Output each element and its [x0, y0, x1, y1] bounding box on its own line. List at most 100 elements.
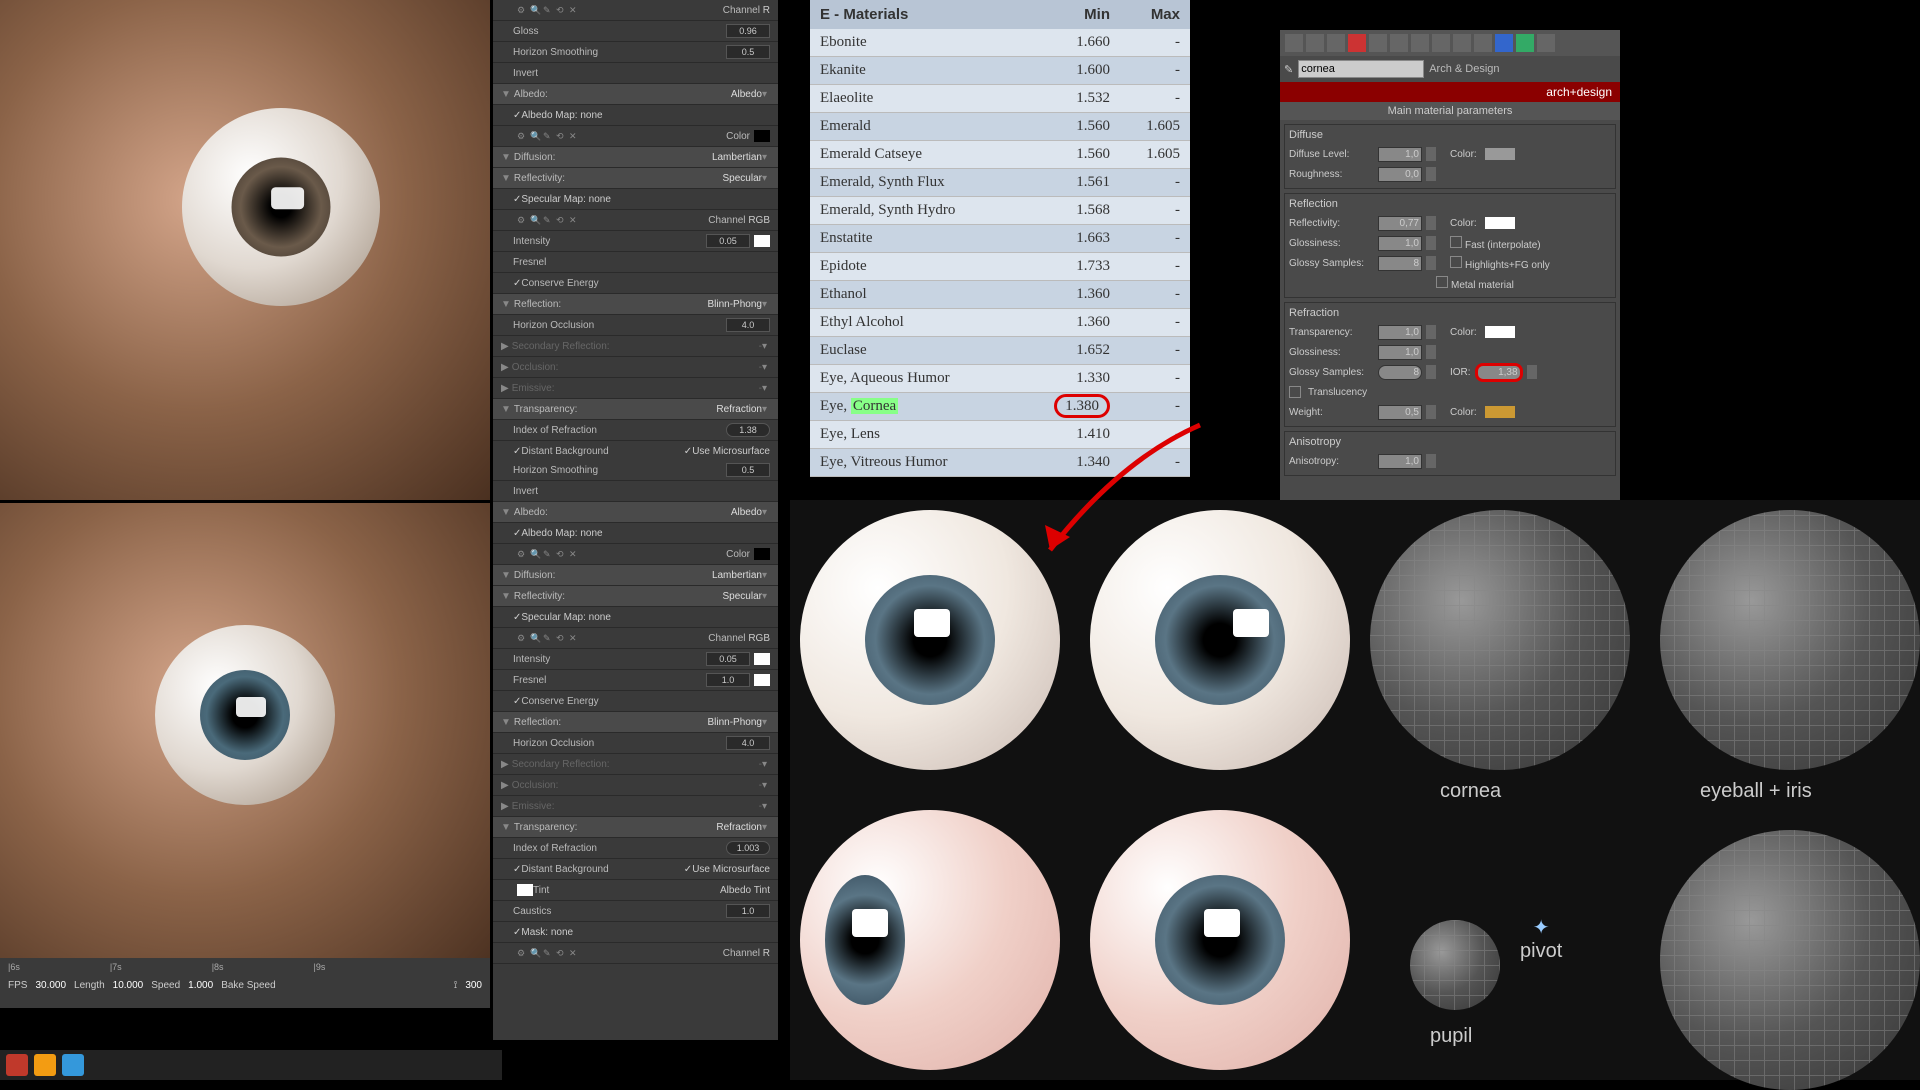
roughness-input[interactable]: 0,0 — [1378, 167, 1422, 182]
row-invert2[interactable]: Invert — [493, 481, 778, 502]
row-occlusion[interactable]: ▶Occlusion:-▾ — [493, 357, 778, 378]
refraction-section: Refraction Transparency:1,0Color: Glossi… — [1284, 302, 1616, 427]
eyedropper-icon[interactable]: ✎ — [1284, 63, 1293, 76]
row-intensity2[interactable]: Intensity0.05 — [493, 649, 778, 670]
header-diffusion2[interactable]: ▼Diffusion:Lambertian▾ — [493, 565, 778, 586]
arch-toolbar[interactable] — [1280, 30, 1620, 56]
tool-icon[interactable] — [1516, 34, 1534, 52]
table-header: E - Materials Min Max — [810, 0, 1190, 29]
tool-icon[interactable] — [1411, 34, 1429, 52]
tool-icon[interactable] — [1432, 34, 1450, 52]
header-diffusion[interactable]: ▼Diffusion:Lambertian▾ — [493, 147, 778, 168]
row-emissive2[interactable]: ▶Emissive:-▾ — [493, 796, 778, 817]
table-row: Eye, Lens1.410- — [810, 421, 1190, 449]
row-hor-occ2[interactable]: Horizon Occlusion4.0 — [493, 733, 778, 754]
header-reflectivity2[interactable]: ▼Reflectivity:Specular▾ — [493, 586, 778, 607]
materials-ior-table: E - Materials Min Max Ebonite1.660-Ekani… — [810, 0, 1190, 477]
row-conserve[interactable]: ✓Conserve Energy — [493, 273, 778, 294]
pupil-label: pupil — [1430, 1025, 1472, 1048]
header-transparency2[interactable]: ▼Transparency:Refraction▾ — [493, 817, 778, 838]
row-hor-occ[interactable]: Horizon Occlusion4.0 — [493, 315, 778, 336]
row-distant-bg[interactable]: ✓Distant Background✓Use Microsurface — [493, 441, 778, 462]
material-name-input[interactable] — [1298, 60, 1424, 78]
row-specular-map2[interactable]: ✓Specular Map: none — [493, 607, 778, 628]
reflectivity-input[interactable]: 0,77 — [1378, 216, 1422, 231]
row-albedo-icons2[interactable]: ⚙🔍✎⟲✕Color — [493, 544, 778, 565]
timeline-panel: |6s |7s |8s |9s FPS30.000 Length10.000 S… — [0, 958, 490, 1008]
arch-design-panel: ✎ Arch & Design arch+design Main materia… — [1280, 30, 1620, 510]
render-reference-area: cornea eyeball + iris pupil ✦pivot — [790, 500, 1920, 1080]
table-row: Ebonite1.660- — [810, 29, 1190, 57]
row-fresnel[interactable]: Fresnel — [493, 252, 778, 273]
refr-gloss-input[interactable]: 1,0 — [1378, 345, 1422, 360]
header-reflection[interactable]: ▼Reflection:Blinn-Phong▾ — [493, 294, 778, 315]
header-reflectivity[interactable]: ▼Reflectivity:Specular▾ — [493, 168, 778, 189]
table-row: Eye, Cornea1.380- — [810, 393, 1190, 421]
header-reflection2[interactable]: ▼Reflection:Blinn-Phong▾ — [493, 712, 778, 733]
row-fresnel2[interactable]: Fresnel1.0 — [493, 670, 778, 691]
table-row: Epidote1.733- — [810, 253, 1190, 281]
row-occlusion2[interactable]: ▶Occlusion:-▾ — [493, 775, 778, 796]
cornea-label: cornea — [1440, 780, 1501, 803]
header-transparency[interactable]: ▼Transparency:Refraction▾ — [493, 399, 778, 420]
tool-icon[interactable] — [1390, 34, 1408, 52]
delete-icon[interactable] — [1348, 34, 1366, 52]
tool-icon[interactable] — [1306, 34, 1324, 52]
app-icon[interactable] — [6, 1054, 28, 1076]
material-type-label: Arch & Design — [1429, 63, 1499, 75]
ior-value-highlighted: 1.38 — [726, 423, 770, 437]
samples-input[interactable]: 8 — [1378, 256, 1422, 271]
row-hor-smooth2[interactable]: Horizon Smoothing0.5 — [493, 460, 778, 481]
row-invert[interactable]: Invert — [493, 63, 778, 84]
glossiness-input[interactable]: 1,0 — [1378, 236, 1422, 251]
diffuse-level-input[interactable]: 1,0 — [1378, 147, 1422, 162]
tool-icon[interactable] — [1474, 34, 1492, 52]
speed-value[interactable]: 1.000 — [188, 980, 213, 991]
row-ior[interactable]: Index of Refraction1.38 — [493, 420, 778, 441]
ior-input-highlighted[interactable]: 1,38 — [1475, 363, 1523, 382]
tool-icon[interactable] — [1369, 34, 1387, 52]
tool-icon[interactable] — [1537, 34, 1555, 52]
tool-icon[interactable] — [1327, 34, 1345, 52]
row-channel[interactable]: ⚙🔍✎⟲✕Channel R — [493, 0, 778, 21]
reflection-section: Reflection Reflectivity:0,77Color: Gloss… — [1284, 193, 1616, 298]
skype-icon[interactable] — [62, 1054, 84, 1076]
deg-value[interactable]: 300 — [465, 980, 482, 991]
row-hor-smooth[interactable]: Horizon Smoothing0.5 — [493, 42, 778, 63]
row-gloss[interactable]: Gloss0.96 — [493, 21, 778, 42]
eyeball-front-shaded-2 — [1090, 510, 1350, 770]
aniso-input[interactable]: 1,0 — [1378, 454, 1422, 469]
row-mask[interactable]: ✓Mask: none — [493, 922, 778, 943]
render-eye-bottom — [0, 503, 490, 973]
length-value[interactable]: 10.000 — [113, 980, 144, 991]
row-caustics[interactable]: Caustics1.0 — [493, 901, 778, 922]
row-sec-refl[interactable]: ▶Secondary Reflection:-▾ — [493, 336, 778, 357]
row-albedo-map[interactable]: ✓Albedo Map: none — [493, 105, 778, 126]
tool-icon[interactable] — [1453, 34, 1471, 52]
tool-icon[interactable] — [1285, 34, 1303, 52]
row-intensity[interactable]: Intensity0.05 — [493, 231, 778, 252]
row-tint[interactable]: TintAlbedo Tint — [493, 880, 778, 901]
diffuse-section: Diffuse Diffuse Level:1,0Color: Roughnes… — [1284, 124, 1616, 189]
bake-speed-button[interactable]: Bake Speed — [221, 980, 276, 991]
fps-value[interactable]: 30.000 — [35, 980, 66, 991]
row-mask-ch[interactable]: ⚙🔍✎⟲✕Channel R — [493, 943, 778, 964]
header-albedo2[interactable]: ▼Albedo:Albedo▾ — [493, 502, 778, 523]
panel-title: Main material parameters — [1280, 102, 1620, 120]
row-albedo-map2[interactable]: ✓Albedo Map: none — [493, 523, 778, 544]
app-icon[interactable] — [34, 1054, 56, 1076]
tool-icon[interactable] — [1495, 34, 1513, 52]
row-albedo-icons[interactable]: ⚙🔍✎⟲✕Color — [493, 126, 778, 147]
taskbar — [0, 1050, 502, 1080]
row-spec-icons[interactable]: ⚙🔍✎⟲✕Channel RGB — [493, 210, 778, 231]
material-panel-1: ⚙🔍✎⟲✕Channel R Gloss0.96 Horizon Smoothi… — [493, 0, 778, 460]
row-distant-bg2[interactable]: ✓Distant Background✓Use Microsurface — [493, 859, 778, 880]
transparency-input[interactable]: 1,0 — [1378, 325, 1422, 340]
row-sec-refl2[interactable]: ▶Secondary Reflection:-▾ — [493, 754, 778, 775]
header-albedo[interactable]: ▼Albedo:Albedo▾ — [493, 84, 778, 105]
row-spec-icons2[interactable]: ⚙🔍✎⟲✕Channel RGB — [493, 628, 778, 649]
row-ior2[interactable]: Index of Refraction1.003 — [493, 838, 778, 859]
row-emissive[interactable]: ▶Emissive:-▾ — [493, 378, 778, 399]
row-conserve2[interactable]: ✓Conserve Energy — [493, 691, 778, 712]
row-specular-map[interactable]: ✓Specular Map: none — [493, 189, 778, 210]
